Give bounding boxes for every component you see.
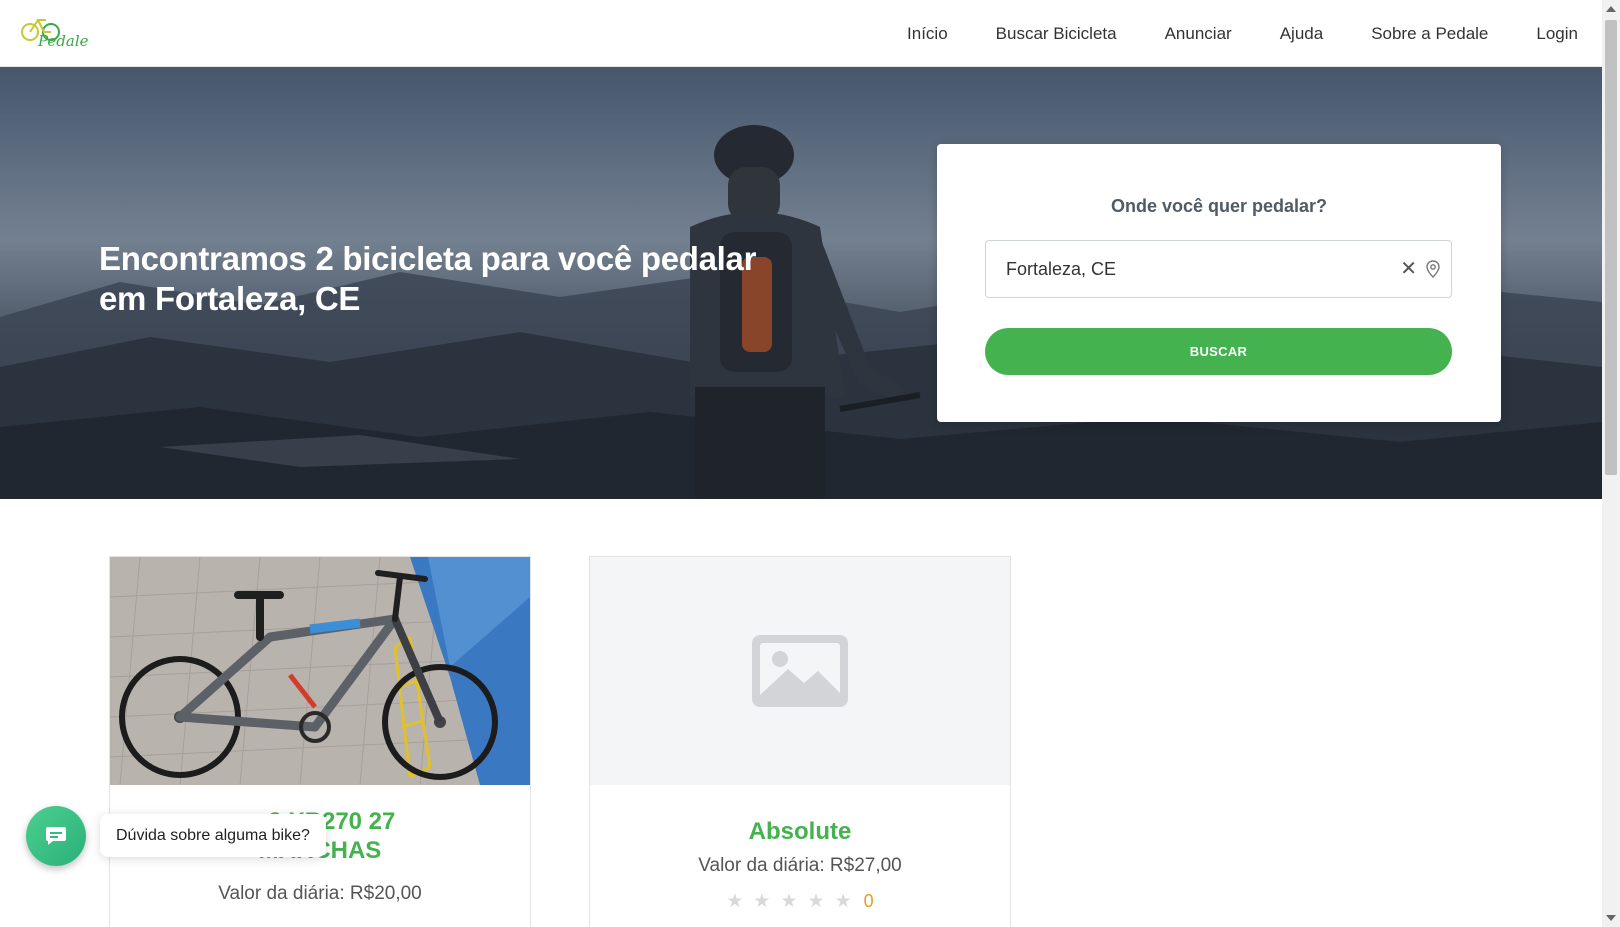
listing-image-placeholder[interactable] <box>590 557 1010 785</box>
star-icon: ★ <box>807 891 835 912</box>
location-input[interactable] <box>1006 241 1386 297</box>
scroll-thumb[interactable] <box>1605 20 1617 475</box>
listing-title[interactable]: Absolute <box>590 817 1010 846</box>
scroll-up-arrow-icon[interactable] <box>1606 6 1616 12</box>
search-card: Onde você quer pedalar? ✕ BUSCAR <box>937 144 1501 422</box>
bike-photo[interactable] <box>110 557 530 785</box>
star-icon: ★ <box>834 891 862 912</box>
rating-stars: ★★★★★ 0 <box>590 890 1010 913</box>
scroll-down-arrow-icon[interactable] <box>1606 915 1616 921</box>
nav-ajuda[interactable]: Ajuda <box>1280 24 1323 44</box>
nav-anunciar[interactable]: Anunciar <box>1165 24 1232 44</box>
main-nav: Início Buscar Bicicleta Anunciar Ajuda S… <box>859 0 1578 67</box>
image-placeholder-icon <box>752 635 848 707</box>
bike-listing-card[interactable]: …9 XR270 27 MARCHAS Valor da diária: R$2… <box>109 556 531 927</box>
nav-buscar-bicicleta[interactable]: Buscar Bicicleta <box>996 24 1117 44</box>
listing-price: Valor da diária: R$27,00 <box>698 855 902 876</box>
chat-launcher-button[interactable] <box>26 806 86 866</box>
star-icon: ★ <box>726 891 754 912</box>
page-scrollbar[interactable] <box>1602 0 1620 927</box>
bike-photo-image <box>110 557 530 785</box>
site-header: Pedale Início Buscar Bicicleta Anunciar … <box>0 0 1602 67</box>
close-icon[interactable]: ✕ <box>1400 257 1417 281</box>
search-question: Onde você quer pedalar? <box>1110 196 1328 216</box>
listing-price: Valor da diária: R$20,00 <box>218 883 422 904</box>
nav-login[interactable]: Login <box>1536 24 1578 44</box>
map-pin-icon <box>1426 260 1440 278</box>
pedale-logo[interactable]: Pedale <box>20 12 89 56</box>
chat-bubble-icon <box>46 827 66 845</box>
logo-wordmark: Pedale <box>38 32 89 50</box>
results-heading: Encontramos 2 bicicleta para você pedala… <box>99 240 757 317</box>
chat-tooltip[interactable]: Dúvida sobre alguma bike? <box>100 814 326 857</box>
nav-inicio[interactable]: Início <box>907 24 948 44</box>
rating-count: 0 <box>863 891 874 911</box>
bike-listing-card[interactable]: Absolute Valor da diária: R$27,00 ★★★★★ 0 <box>589 556 1011 927</box>
location-field[interactable]: ✕ <box>985 240 1452 298</box>
star-icon: ★ <box>753 891 781 912</box>
nav-sobre-a-pedale[interactable]: Sobre a Pedale <box>1371 24 1488 44</box>
star-icon: ★ <box>780 891 808 912</box>
search-button[interactable]: BUSCAR <box>985 328 1452 375</box>
hero-banner: Encontramos 2 bicicleta para você pedala… <box>0 67 1602 499</box>
